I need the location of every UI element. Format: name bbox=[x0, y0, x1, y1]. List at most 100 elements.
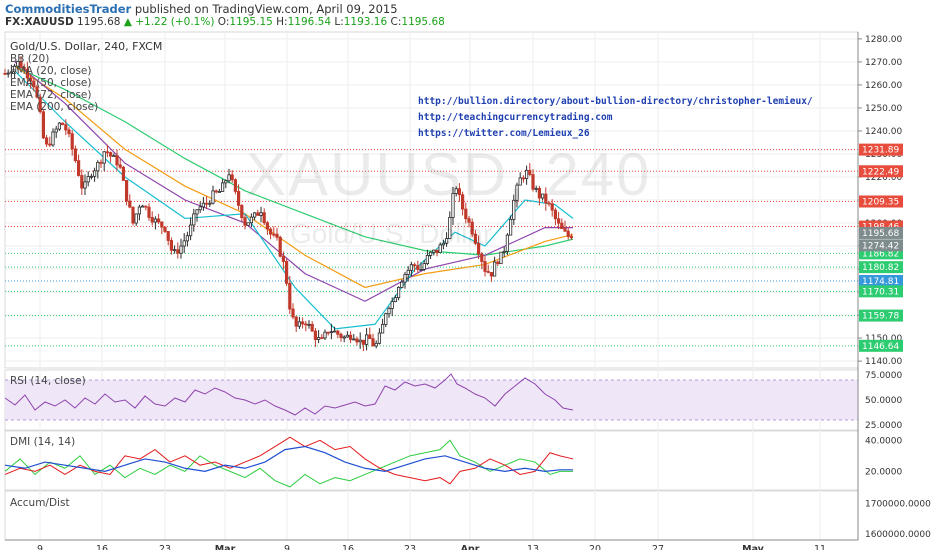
candle-body bbox=[297, 321, 302, 327]
candle-body bbox=[480, 253, 484, 262]
candle-body bbox=[569, 236, 574, 239]
candle-body bbox=[131, 206, 135, 224]
candle-body bbox=[307, 323, 311, 326]
candle-body bbox=[45, 137, 49, 145]
candle-body bbox=[51, 131, 55, 146]
published-text: published on TradingView.com, April 09, … bbox=[134, 2, 398, 16]
candle-body bbox=[121, 166, 125, 181]
link-teaching-currency[interactable]: http://teachingcurrencytrading.com bbox=[418, 112, 612, 123]
candle-body bbox=[204, 202, 209, 205]
candle-body bbox=[502, 250, 506, 253]
candle-body bbox=[217, 191, 221, 193]
candle-body bbox=[284, 261, 289, 284]
high-value: 1196.54 bbox=[287, 16, 332, 28]
level-label: 1222.49 bbox=[862, 167, 899, 177]
candle-body bbox=[374, 342, 378, 347]
accum-pane-label[interactable]: Accum/Dist bbox=[10, 497, 70, 509]
dmi-minus-line bbox=[4, 436, 574, 485]
symbol-name[interactable]: FX:XAUUSD bbox=[5, 16, 74, 28]
candle-body bbox=[339, 333, 343, 338]
candle-body bbox=[361, 339, 366, 345]
dmi-pane-label[interactable]: DMI (14, 14) bbox=[10, 436, 75, 448]
candle-body bbox=[99, 161, 103, 164]
candle-body bbox=[396, 286, 401, 299]
pane-frame bbox=[4, 490, 859, 541]
candle-body bbox=[566, 230, 570, 237]
indicator-legend-ema72[interactable]: EMA (72, close) bbox=[10, 89, 92, 101]
candle-body bbox=[89, 175, 93, 178]
candle-body bbox=[489, 272, 494, 277]
change-arrow-icon: ▲ bbox=[123, 16, 132, 28]
candle-body bbox=[134, 213, 138, 224]
candle-body bbox=[61, 122, 65, 126]
price-change: +1.22 (+0.1%) bbox=[135, 16, 215, 28]
candle-body bbox=[409, 264, 414, 271]
indicator-legend-ema50[interactable]: EMA (50, close) bbox=[10, 77, 92, 89]
candle-body bbox=[236, 191, 241, 206]
candle-body bbox=[109, 152, 113, 157]
indicator-legend-ema20[interactable]: EMA (20, close) bbox=[10, 65, 92, 77]
candle-body bbox=[428, 251, 433, 256]
candle-body bbox=[336, 330, 340, 335]
candle-body bbox=[380, 324, 385, 334]
candle-body bbox=[492, 261, 497, 277]
link-bullion-directory[interactable]: http://bullion.directory/about-bullion-d… bbox=[418, 96, 813, 107]
rsi-pane-label[interactable]: RSI (14, close) bbox=[10, 375, 86, 387]
level-label: 1209.35 bbox=[862, 197, 899, 207]
candle-body bbox=[355, 338, 359, 343]
candle-body bbox=[553, 209, 558, 220]
time-tick-label: 16 bbox=[96, 544, 108, 550]
candle-body bbox=[368, 334, 372, 340]
candle-body bbox=[118, 164, 122, 168]
candle-body bbox=[272, 233, 276, 236]
time-tick-label: 16 bbox=[342, 544, 354, 550]
candle-body bbox=[432, 249, 436, 253]
candle-body bbox=[227, 174, 231, 182]
candle-body bbox=[412, 264, 417, 267]
candle-body bbox=[310, 323, 314, 332]
candle-body bbox=[358, 339, 362, 343]
candle-body bbox=[294, 316, 298, 327]
candle-body bbox=[54, 128, 58, 133]
watermark-symbol: XAUUSD, 240 bbox=[246, 141, 652, 208]
candle-body bbox=[323, 331, 327, 339]
dmi-tick-label: 20.0000 bbox=[865, 467, 902, 477]
candle-body bbox=[163, 226, 167, 232]
price-axis[interactable]: 1140.001150.001160.001170.001180.001190.… bbox=[857, 32, 931, 540]
grid-lines bbox=[4, 31, 859, 541]
candle-body bbox=[406, 269, 410, 275]
accum-tick-label: 1700000.0000 bbox=[865, 499, 931, 509]
pane-frame bbox=[4, 430, 859, 491]
candle-body bbox=[326, 331, 330, 334]
candle-body bbox=[275, 233, 279, 238]
candle-body bbox=[332, 330, 337, 333]
time-tick-label: Mar bbox=[215, 544, 236, 550]
candle-body bbox=[153, 218, 157, 223]
time-tick-label: 27 bbox=[652, 544, 664, 550]
candle-body bbox=[195, 209, 199, 215]
pane-title: Gold/U.S. Dollar, 240, FXCM bbox=[10, 40, 163, 53]
time-tick-label: 23 bbox=[404, 544, 416, 550]
candle-body bbox=[233, 179, 237, 192]
candle-body bbox=[112, 155, 116, 157]
indicator-legend-ema200[interactable]: EMA (200, close) bbox=[10, 101, 98, 113]
candle-body bbox=[192, 213, 196, 226]
watermark-name: Gold/U.S. Dollar bbox=[290, 218, 493, 249]
chart-canvas[interactable]: 1140.001150.001160.001170.001180.001190.… bbox=[0, 0, 932, 550]
level-label: 1195.68 bbox=[862, 229, 899, 239]
time-tick-label: 9 bbox=[37, 544, 43, 550]
link-twitter[interactable]: https://twitter.com/Lemieux_26 bbox=[418, 128, 590, 139]
candle-body bbox=[364, 334, 369, 345]
candle-body bbox=[150, 217, 154, 223]
time-tick-label: 11 bbox=[814, 544, 826, 550]
indicator-legend-bb[interactable]: BB (20) bbox=[10, 53, 49, 65]
candle-body bbox=[144, 205, 148, 208]
candle-body bbox=[128, 200, 132, 208]
author-link[interactable]: CommoditiesTrader bbox=[5, 2, 131, 16]
candle-body bbox=[265, 222, 270, 230]
publish-header: CommoditiesTrader published on TradingVi… bbox=[5, 2, 398, 16]
candle-body bbox=[422, 263, 426, 270]
time-axis[interactable]: 9 16 23 Mar 9 16 23 Apr 13 20 27 May 11 bbox=[5, 539, 858, 550]
candle-body bbox=[169, 240, 173, 251]
candle-body bbox=[291, 308, 295, 318]
